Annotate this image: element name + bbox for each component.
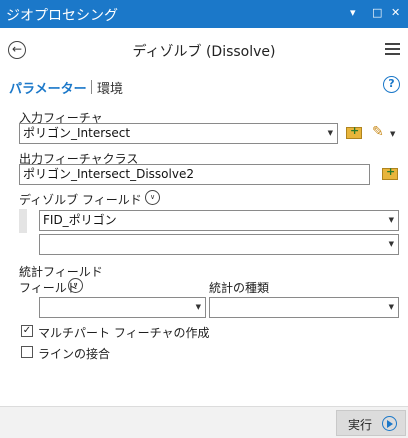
dropdown-arrow-icon: ▼	[195, 303, 201, 311]
dropdown-arrow-icon: ▼	[388, 240, 394, 248]
input-features-dropdown[interactable]: ポリゴン_Intersect ▼	[19, 123, 338, 144]
tool-title: ディゾルブ (Dissolve)	[132, 44, 276, 60]
unsplit-lines-checkbox[interactable]	[21, 346, 33, 358]
tab-bar: パラメーター 環境 ?	[0, 72, 408, 100]
output-feature-class-value: ポリゴン_Intersect_Dissolve2	[23, 167, 194, 181]
expand-chevron-icon[interactable]: ∨	[145, 190, 160, 205]
footer-bar: 実行	[0, 406, 408, 438]
tool-header: ← ディゾルブ (Dissolve)	[0, 28, 408, 68]
output-feature-class-input[interactable]: ポリゴン_Intersect_Dissolve2	[19, 164, 370, 185]
add-icon: +	[386, 165, 396, 178]
browse-output-folder-icon[interactable]: +	[382, 165, 398, 180]
edit-menu-arrow-icon[interactable]: ▼	[390, 130, 395, 138]
pin-icon[interactable]: ▾	[350, 6, 356, 20]
dropdown-arrow-icon: ▼	[388, 216, 394, 224]
dissolve-field-dropdown-1[interactable]: FID_ポリゴン ▼	[39, 210, 399, 231]
pane-titlebar: ジオプロセシング ▾ □ ✕	[0, 0, 408, 28]
run-play-icon	[382, 416, 397, 431]
tab-parameters[interactable]: パラメーター	[9, 78, 87, 97]
help-icon[interactable]: ?	[383, 76, 400, 93]
dropdown-arrow-icon: ▼	[327, 129, 333, 137]
dissolve-field-value-1: FID_ポリゴン	[43, 213, 117, 227]
statistics-field-dropdown[interactable]: ▼	[39, 297, 206, 318]
browse-folder-icon[interactable]: +	[346, 124, 362, 139]
statistic-type-label: 統計の種類	[209, 281, 270, 295]
add-icon: +	[350, 124, 360, 137]
statistics-fields-label: 統計フィールド	[19, 265, 103, 279]
statistic-type-dropdown[interactable]: ▼	[209, 297, 399, 318]
dropdown-arrow-icon: ▼	[388, 303, 394, 311]
dissolve-field-dropdown-2[interactable]: ▼	[39, 234, 399, 255]
multipart-label: マルチパート フィーチャの作成	[38, 326, 210, 340]
input-features-value: ポリゴン_Intersect	[23, 126, 131, 140]
edit-pencil-icon[interactable]: ✎	[372, 124, 384, 140]
tab-environments[interactable]: 環境	[97, 78, 123, 97]
unsplit-lines-label: ラインの接合	[38, 347, 111, 361]
run-button-label: 実行	[348, 418, 373, 432]
menu-icon[interactable]	[385, 43, 400, 58]
close-icon[interactable]: ✕	[391, 6, 400, 20]
restore-icon[interactable]: □	[372, 6, 382, 20]
expand-chevron-icon[interactable]: ∨	[68, 278, 83, 293]
run-button[interactable]: 実行	[336, 410, 406, 436]
dissolve-field-label: ディゾルブ フィールド	[19, 193, 142, 207]
pane-title: ジオプロセシング	[6, 8, 118, 24]
tab-divider	[91, 80, 92, 94]
multipart-checkbox[interactable]: ✓	[21, 325, 33, 337]
checkmark-icon: ✓	[22, 325, 32, 336]
field-group-indicator	[19, 209, 27, 233]
